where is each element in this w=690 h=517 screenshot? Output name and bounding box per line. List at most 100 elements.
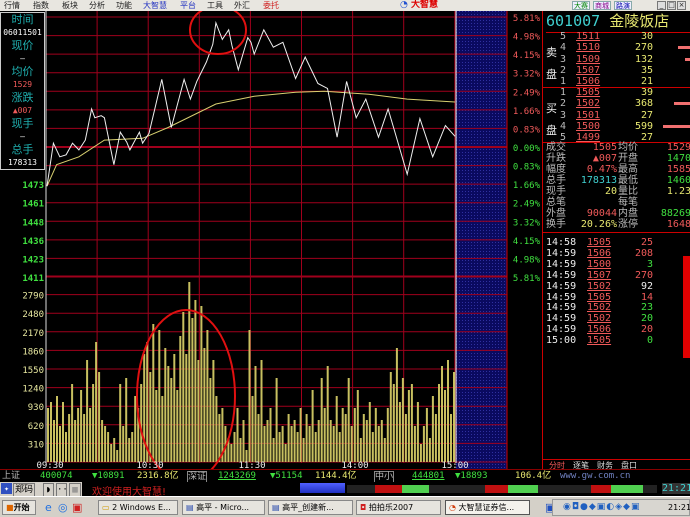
input-mode-button[interactable]: 郑码 [13,483,36,497]
trade-price: 1507 [587,269,612,281]
tray-icons[interactable]: ◉◘●◆▣◐◈◆▣ [563,502,640,512]
level-price[interactable]: 1511 [576,31,600,42]
minimize-button[interactable]: _ [657,1,666,10]
volume-bar [368,402,371,462]
app-logo: ◔ 大智慧 [400,0,438,11]
browser-icon[interactable]: ◎ [58,501,68,514]
volume-bar [209,378,212,462]
level-price[interactable]: 1501 [576,110,600,121]
task-word-1[interactable]: ▤ 高平 - Micro... [182,500,265,515]
dasai-button[interactable]: 大赛 [572,1,590,10]
halfwidth-icon[interactable]: ◗ [43,483,54,497]
sell-level-row[interactable]: 5 1511 30 [543,31,690,42]
trade-time: 14:59 [546,269,577,281]
luyan-button[interactable]: 路演 [614,1,632,10]
menu-waihui[interactable]: 外汇 [234,0,250,11]
volume-bar [176,390,179,462]
volume-bar [441,366,443,462]
menu-zhishu[interactable]: 指数 [33,0,49,11]
sell-level-row[interactable]: 2 1507 35 [543,65,690,76]
volume-bar [140,384,143,462]
ie-icon[interactable]: e [45,501,52,514]
ime-icon[interactable]: ✦ [1,483,12,494]
volume-bar [281,426,284,462]
keyboard-icon[interactable]: ▦ [69,483,81,497]
level-number: 1 [560,87,567,98]
buy-level-row[interactable]: 1 1505 39 [543,87,690,98]
sell-level-row[interactable]: 3 1509 132 [543,54,690,65]
close-button[interactable]: × [677,1,686,10]
pct-axis-label: 2.49% [513,88,541,98]
buy-level-row[interactable]: 4 1500 599 [543,121,690,132]
volume-bar [197,360,200,462]
volume-bar [86,360,89,462]
trade-volume: 3 [646,258,653,270]
level-price[interactable]: 1500 [576,121,600,132]
volume-bar [59,426,61,462]
task-dazhihui[interactable]: ◔ 大智慧证券信... [445,500,530,515]
progress-bar [300,483,345,493]
volume-value: — [20,132,25,141]
menu-bankuai[interactable]: 板块 [62,0,78,11]
task-paipaile[interactable]: ◘ 拍拍乐2007 [356,500,441,515]
buy-level-row[interactable]: 2 1502 368 [543,98,690,109]
stat-label: 内盘 [618,208,638,219]
volume-bar [386,408,389,462]
media-icon[interactable]: ▣ [72,501,82,514]
volume-bar [68,414,71,462]
level-price[interactable]: 1506 [576,76,600,87]
task-explorer[interactable]: ▭ 2 Windows E... [98,500,178,515]
volume-bar [383,438,386,462]
volume-bar [347,378,350,462]
trade-price: 1502 [587,313,612,325]
level-price[interactable]: 1507 [576,65,600,76]
sell-level-row[interactable]: 1 1506 21 [543,76,690,87]
volume-bar [323,408,326,462]
menu-gongju[interactable]: 工具 [207,0,223,11]
level-price[interactable]: 1502 [576,98,600,109]
time-axis-label: 10:30 [136,461,163,469]
volume-bar [275,378,278,462]
menu-dazhihui[interactable]: 大智慧 [143,0,167,11]
pct-axis-label: 4.15% [513,237,541,247]
volume-axis-label: 2170 [22,329,44,339]
level-number: 4 [560,120,567,132]
start-button[interactable]: ■开始 [2,500,36,515]
volume-bar [65,432,67,462]
menu-gongneng[interactable]: 功能 [116,0,132,11]
volume-bar [272,438,275,462]
menu-hangqing[interactable]: 行情 [4,0,20,11]
level-price[interactable]: 1509 [576,54,600,65]
volume-bar [389,372,392,462]
level-price[interactable]: 1510 [576,42,600,53]
price-line [46,20,456,187]
stat-value: 20.26% [580,219,617,230]
stat-value: 90044 [586,208,617,219]
menu-weituo[interactable]: 委托 [263,0,279,11]
menu-fenxi[interactable]: 分析 [89,0,105,11]
stats-row: 现手 20 量比 1.23 [543,186,690,197]
volume-bar [215,396,218,462]
system-tray: ◉◘●◆▣◐◈◆▣ 21:21 [552,499,690,516]
avg-value: 1529 [12,80,33,89]
level-number: 2 [560,98,567,110]
level-number: 5 [560,31,567,42]
shangcheng-button[interactable]: 商城 [593,1,611,10]
trade-time: 14:59 [546,291,577,303]
volume-bar [155,390,158,462]
trade-price: 1505 [587,335,612,347]
volume-bar [287,414,290,462]
task-word-2[interactable]: ▤ 高平_创建新... [268,500,353,515]
volume-bar [428,438,431,462]
volume-bar [170,378,173,462]
stat-value: 1648 [666,219,690,230]
sell-level-row[interactable]: 4 1510 270 [543,42,690,53]
level-price[interactable]: 1505 [576,87,600,98]
punctuation-icon[interactable]: ·· [56,483,68,497]
maximize-button[interactable]: □ [667,1,676,10]
menu-pingtai[interactable]: 平台 [180,0,196,11]
stats-row: 换手 20.26% 涨停 1648 [543,219,690,230]
trade-price: 1506 [587,324,612,336]
logo-text: 大智慧 [411,0,439,10]
buy-level-row[interactable]: 3 1501 27 [543,110,690,121]
